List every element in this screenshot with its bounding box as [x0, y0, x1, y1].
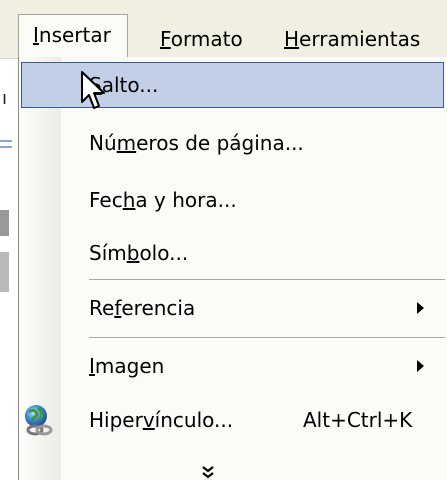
menu-item-referencia[interactable]: Referencia: [19, 284, 447, 332]
document-text-fragment: ı: [2, 88, 8, 109]
menu-separator: [89, 337, 445, 339]
menu-accel: H: [284, 27, 300, 51]
mouse-pointer-icon: [81, 71, 105, 109]
menu-herramientas[interactable]: Herramientas: [276, 20, 428, 58]
document-shade: [0, 210, 9, 236]
menu-item-simbolo[interactable]: Símbolo...: [19, 229, 447, 277]
menu-item-fecha-y-hora[interactable]: Fecha y hora...: [19, 176, 447, 224]
menu-item-shortcut: Alt+Ctrl+K: [303, 408, 413, 432]
menu-item-label: Referencia: [89, 296, 196, 320]
menu-item-imagen[interactable]: Imagen: [19, 342, 447, 390]
menu-label: erramientas: [299, 27, 421, 51]
submenu-arrow-icon: [417, 302, 424, 314]
menu-separator: [89, 279, 445, 281]
document-ruler-mark: [0, 146, 12, 148]
insertar-dropdown-menu: Salto... Números de página... Fecha y ho…: [18, 57, 447, 480]
menu-insertar[interactable]: Insertar: [18, 14, 128, 58]
hyperlink-globe-icon: [25, 405, 53, 436]
submenu-arrow-icon: [417, 360, 424, 372]
menu-item-label: Hipervínculo...: [89, 408, 234, 432]
double-chevron-down-icon[interactable]: [197, 465, 219, 481]
menu-label: ormato: [170, 27, 243, 51]
menu-item-label: Imagen: [89, 354, 165, 378]
menu-item-label: Fecha y hora...: [89, 188, 237, 212]
menu-item-numeros-de-pagina[interactable]: Números de página...: [19, 119, 447, 167]
menu-formato[interactable]: Formato: [152, 20, 251, 58]
menu-accel: F: [160, 27, 171, 51]
menu-bar: Insertar Formato Herramientas: [0, 0, 447, 59]
menu-item-label: Números de página...: [89, 131, 304, 155]
menu-item-label: Símbolo...: [89, 241, 189, 265]
document-background: ı: [0, 0, 20, 480]
menu-label: nsertar: [38, 23, 111, 47]
document-shade: [0, 252, 9, 292]
document-ruler-mark: [0, 140, 12, 142]
menu-item-hipervinculo[interactable]: Hipervínculo... Alt+Ctrl+K: [19, 396, 447, 444]
